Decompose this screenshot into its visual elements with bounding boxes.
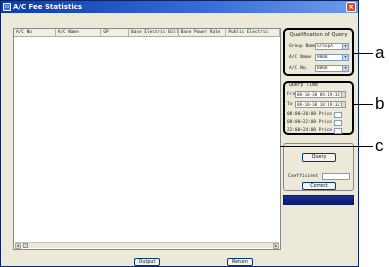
to-label: To — [287, 101, 293, 107]
price-input-1[interactable] — [333, 111, 342, 118]
ac-name-row: A/C Name 0000 ▼ — [289, 53, 349, 61]
price-label-1: 08:00~20:00 Price — [287, 112, 332, 117]
controls-group: Query Coefficient Correct — [283, 143, 354, 191]
close-icon[interactable]: × — [346, 2, 356, 12]
query-time-title: Query Time — [289, 83, 318, 88]
scroll-thumb[interactable] — [23, 243, 28, 248]
from-row: From 08-10-30 09:19:32 — [287, 90, 346, 98]
callout-label-c: c — [375, 136, 384, 155]
results-grid[interactable]: A/C No A/C Name GP Base Electric Bill Ba… — [13, 28, 281, 250]
arrow-left-icon[interactable]: ◂ — [15, 243, 21, 249]
price-row-1: 08:00~20:00 Price — [287, 111, 342, 118]
correct-button[interactable]: Correct — [302, 182, 336, 190]
column-header-gp[interactable]: GP — [101, 29, 130, 36]
query-time-group: Query Time From 08-10-30 09:19:32 To 08-… — [283, 81, 354, 135]
app-window: ▫ A/C Fee Statistics × A/C No A/C Name G… — [0, 0, 359, 267]
from-datetime-value: 08-10-30 09:19:32 — [297, 91, 340, 97]
app-icon: ▫ — [3, 3, 11, 11]
right-panel: Qualification of Query Group Name GroupA… — [283, 28, 354, 250]
chevron-down-icon[interactable]: ▼ — [342, 54, 348, 60]
coefficient-input[interactable] — [322, 173, 350, 180]
coefficient-label: Coefficient — [288, 174, 319, 179]
group-name-label: Group Name — [289, 43, 317, 49]
to-spin-icon[interactable] — [341, 101, 345, 107]
callout-line-c — [280, 146, 373, 147]
callout-line-a — [353, 53, 373, 54]
output-button[interactable]: Output — [134, 258, 160, 266]
qualification-title: Qualification of Query — [289, 32, 348, 38]
ac-no-select[interactable]: 0000 ▼ — [315, 64, 349, 72]
callout-line-b — [353, 104, 373, 105]
ac-name-value: 0000 — [317, 54, 328, 60]
return-button[interactable]: Return — [227, 258, 253, 266]
query-button[interactable]: Query — [302, 153, 336, 162]
price-label-2: 08:00~22:00 Price — [287, 120, 332, 125]
price-row-2: 08:00~22:00 Price — [287, 119, 342, 126]
callout-label-a: a — [375, 43, 385, 62]
chevron-down-icon[interactable]: ▼ — [342, 43, 348, 49]
ac-name-label: A/C Name — [289, 54, 312, 60]
price-input-3[interactable] — [333, 127, 342, 134]
ac-no-value: 0000 — [317, 65, 328, 71]
ac-name-select[interactable]: 0000 ▼ — [315, 53, 349, 61]
column-header-ac-name[interactable]: A/C Name — [56, 29, 102, 36]
chevron-down-icon[interactable]: ▼ — [342, 65, 348, 71]
from-label: From — [287, 91, 299, 97]
grid-header: A/C No A/C Name GP Base Electric Bill Ba… — [14, 29, 280, 37]
group-name-select[interactable]: GroupA ▼ — [315, 42, 349, 50]
to-row: To 08-10-30 18:19:32 — [287, 100, 346, 108]
to-datetime-input[interactable]: 08-10-30 18:19:32 — [295, 100, 346, 108]
column-header-base-power-rate[interactable]: Base Power Rate — [179, 29, 227, 36]
qualification-group: Qualification of Query Group Name GroupA… — [283, 28, 354, 76]
ac-no-label: A/C No. — [289, 65, 309, 71]
price-row-3: 22:00~24:00 Price — [287, 127, 342, 134]
group-name-row: Group Name GroupA ▼ — [289, 42, 349, 50]
horizontal-scrollbar[interactable]: ◂ ▸ — [15, 242, 279, 249]
from-spin-icon[interactable] — [341, 91, 345, 97]
ac-no-row: A/C No. 0000 ▼ — [289, 64, 349, 72]
arrow-right-icon[interactable]: ▸ — [273, 243, 279, 249]
progress-bar — [283, 195, 354, 205]
to-datetime-value: 08-10-30 18:19:32 — [297, 101, 340, 107]
window-title: A/C Fee Statistics — [13, 3, 83, 11]
group-name-value: GroupA — [317, 43, 333, 49]
from-datetime-input[interactable]: 08-10-30 09:19:32 — [295, 90, 346, 98]
column-header-base-electric-bill[interactable]: Base Electric Bill — [129, 29, 179, 36]
column-header-ac-no[interactable]: A/C No — [14, 29, 56, 36]
title-bar[interactable]: ▫ A/C Fee Statistics × — [1, 1, 358, 13]
column-header-public-electric[interactable]: Public Electric — [226, 29, 280, 36]
callout-label-b: b — [375, 94, 385, 113]
price-label-3: 22:00~24:00 Price — [287, 128, 332, 133]
price-input-2[interactable] — [333, 119, 342, 126]
